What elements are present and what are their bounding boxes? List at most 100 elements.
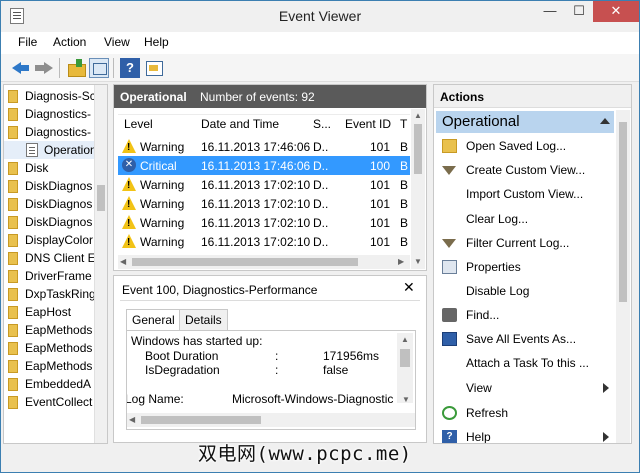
up-folder-icon[interactable] — [67, 58, 87, 78]
warning-icon — [122, 177, 136, 191]
details-scroll-thumb[interactable] — [400, 349, 410, 367]
back-arrow-icon[interactable] — [11, 58, 31, 78]
action-clear-log[interactable]: Clear Log... — [436, 208, 614, 230]
tree-item[interactable]: EmbeddedA — [4, 375, 96, 393]
tree-item[interactable]: DNS Client E — [4, 249, 96, 267]
tree-item[interactable]: EapMethods — [4, 321, 96, 339]
tree-item[interactable]: DisplayColor — [4, 231, 96, 249]
warning-icon — [122, 215, 136, 229]
details-hscroll-thumb[interactable] — [141, 416, 261, 424]
action-properties[interactable]: Properties — [436, 256, 614, 278]
details-title: Event 100, Diagnostics-Performance — [122, 283, 318, 297]
table-row-selected[interactable]: ✕ Critical 16.11.2013 17:46:06 D.. 100 B — [118, 156, 410, 175]
details-vertical-scrollbar[interactable]: ▲ — [397, 333, 413, 403]
tree-item[interactable]: EventCollect — [4, 393, 96, 411]
column-task[interactable]: T — [400, 117, 407, 131]
events-horizontal-scrollbar[interactable]: ◀ ▶ — [118, 255, 410, 269]
events-scroll-thumb[interactable] — [414, 124, 422, 174]
title-bar: Event Viewer — ☐ ✕ — [1, 1, 639, 31]
action-open-saved-log[interactable]: Open Saved Log... — [436, 135, 614, 157]
column-date-time[interactable]: Date and Time — [201, 117, 279, 131]
warning-icon — [122, 234, 136, 248]
tree-item[interactable]: EapMethods — [4, 339, 96, 357]
forward-arrow-icon[interactable] — [35, 58, 55, 78]
log-tree: Diagnosis-Sc Diagnostics- Diagnostics- O… — [3, 84, 108, 444]
scroll-down-icon[interactable]: ▼ — [402, 395, 410, 404]
help-icon[interactable]: ? — [120, 58, 140, 78]
menu-file[interactable]: File — [18, 35, 37, 49]
scroll-left-icon[interactable]: ◀ — [129, 415, 135, 424]
table-row[interactable]: Warning 16.11.2013 17:02:10 D.. 101 B — [118, 232, 410, 251]
toolbar-separator — [113, 58, 114, 78]
events-hscroll-thumb[interactable] — [132, 258, 358, 266]
scroll-down-icon[interactable]: ▼ — [414, 257, 422, 266]
details-divider — [120, 300, 420, 301]
action-view[interactable]: View — [436, 377, 614, 399]
show-hide-action-pane-icon[interactable] — [144, 58, 164, 78]
menu-action[interactable]: Action — [53, 35, 86, 49]
tree-item[interactable]: Diagnosis-Sc — [4, 87, 96, 105]
tree-item[interactable]: DriverFrame — [4, 267, 96, 285]
column-event-id[interactable]: Event ID — [345, 117, 391, 131]
table-row[interactable]: Warning 16.11.2013 17:02:10 D.. 101 B — [118, 175, 410, 194]
tree-scrollbar[interactable] — [94, 85, 107, 443]
menu-view[interactable]: View — [104, 35, 130, 49]
maximize-button[interactable]: ☐ — [566, 1, 592, 22]
close-button[interactable]: ✕ — [593, 1, 639, 22]
action-attach-task[interactable]: Attach a Task To this ... — [436, 352, 614, 374]
table-row[interactable]: Warning 16.11.2013 17:02:10 D.. 101 B — [118, 213, 410, 232]
tree-item[interactable]: DiskDiagnos — [4, 195, 96, 213]
actions-scroll-thumb[interactable] — [619, 122, 627, 302]
scroll-right-icon[interactable]: ▶ — [398, 257, 404, 266]
action-save-all-events[interactable]: Save All Events As... — [436, 328, 614, 350]
action-find[interactable]: Find... — [436, 304, 614, 326]
log-name-label: Log Name: — [126, 392, 184, 406]
tree-item[interactable]: Diagnostics- — [4, 105, 96, 123]
tab-details[interactable]: Details — [179, 309, 228, 331]
action-refresh[interactable]: Refresh — [436, 402, 614, 424]
collapse-arrow-icon[interactable] — [600, 118, 610, 124]
scroll-left-icon[interactable]: ◀ — [120, 257, 126, 266]
events-vertical-scrollbar[interactable]: ▲ ▼ — [411, 109, 425, 269]
menu-help[interactable]: Help — [144, 35, 169, 49]
action-create-custom-view[interactable]: Create Custom View... — [436, 159, 614, 181]
tree-item[interactable]: EapHost — [4, 303, 96, 321]
filter-icon — [442, 166, 456, 175]
log-file-icon — [26, 143, 38, 157]
table-row[interactable]: Warning 16.11.2013 17:02:10 D.. 101 B — [118, 194, 410, 213]
details-close-icon[interactable]: ✕ — [403, 279, 415, 296]
tab-general[interactable]: General — [126, 309, 181, 331]
column-divider — [118, 114, 410, 115]
tree-item[interactable]: DiskDiagnos — [4, 177, 96, 195]
show-hide-tree-icon[interactable] — [89, 58, 109, 78]
tree-item[interactable]: DiskDiagnos — [4, 213, 96, 231]
properties-icon — [442, 260, 457, 274]
action-disable-log[interactable]: Disable Log — [436, 280, 614, 302]
tree-item[interactable]: DxpTaskRing — [4, 285, 96, 303]
table-row[interactable]: Warning 16.11.2013 17:46:06 D.. 101 B — [118, 137, 410, 156]
action-help[interactable]: ? Help — [436, 426, 614, 443]
open-log-icon — [442, 139, 457, 153]
tree-item[interactable]: EapMethods — [4, 357, 96, 375]
menu-bar: File Action View Help — [1, 32, 639, 54]
tree-item-operational[interactable]: Operation — [4, 141, 96, 159]
action-import-custom-view[interactable]: Import Custom View... — [436, 183, 614, 205]
folder-icon — [8, 108, 18, 121]
actions-section-operational[interactable]: Operational — [436, 111, 614, 133]
actions-scrollbar[interactable] — [616, 110, 630, 443]
column-level[interactable]: Level — [124, 117, 153, 131]
events-pane: Operational Number of events: 92 Level D… — [113, 84, 427, 271]
action-filter-current-log[interactable]: Filter Current Log... — [436, 232, 614, 254]
tree-item[interactable]: Diagnostics- — [4, 123, 96, 141]
scroll-up-icon[interactable]: ▲ — [414, 111, 422, 120]
column-source[interactable]: S... — [313, 117, 331, 131]
tree-scroll-thumb[interactable] — [97, 185, 105, 211]
folder-icon — [8, 378, 18, 391]
scroll-up-icon[interactable]: ▲ — [401, 335, 409, 344]
is-degradation-label: IsDegradation — [145, 363, 220, 377]
tree-item[interactable]: Disk — [4, 159, 96, 177]
minimize-button[interactable]: — — [537, 1, 563, 22]
folder-icon — [8, 324, 18, 337]
details-horizontal-scrollbar[interactable]: ◀ — [127, 413, 415, 427]
toolbar: ? — [1, 54, 639, 82]
